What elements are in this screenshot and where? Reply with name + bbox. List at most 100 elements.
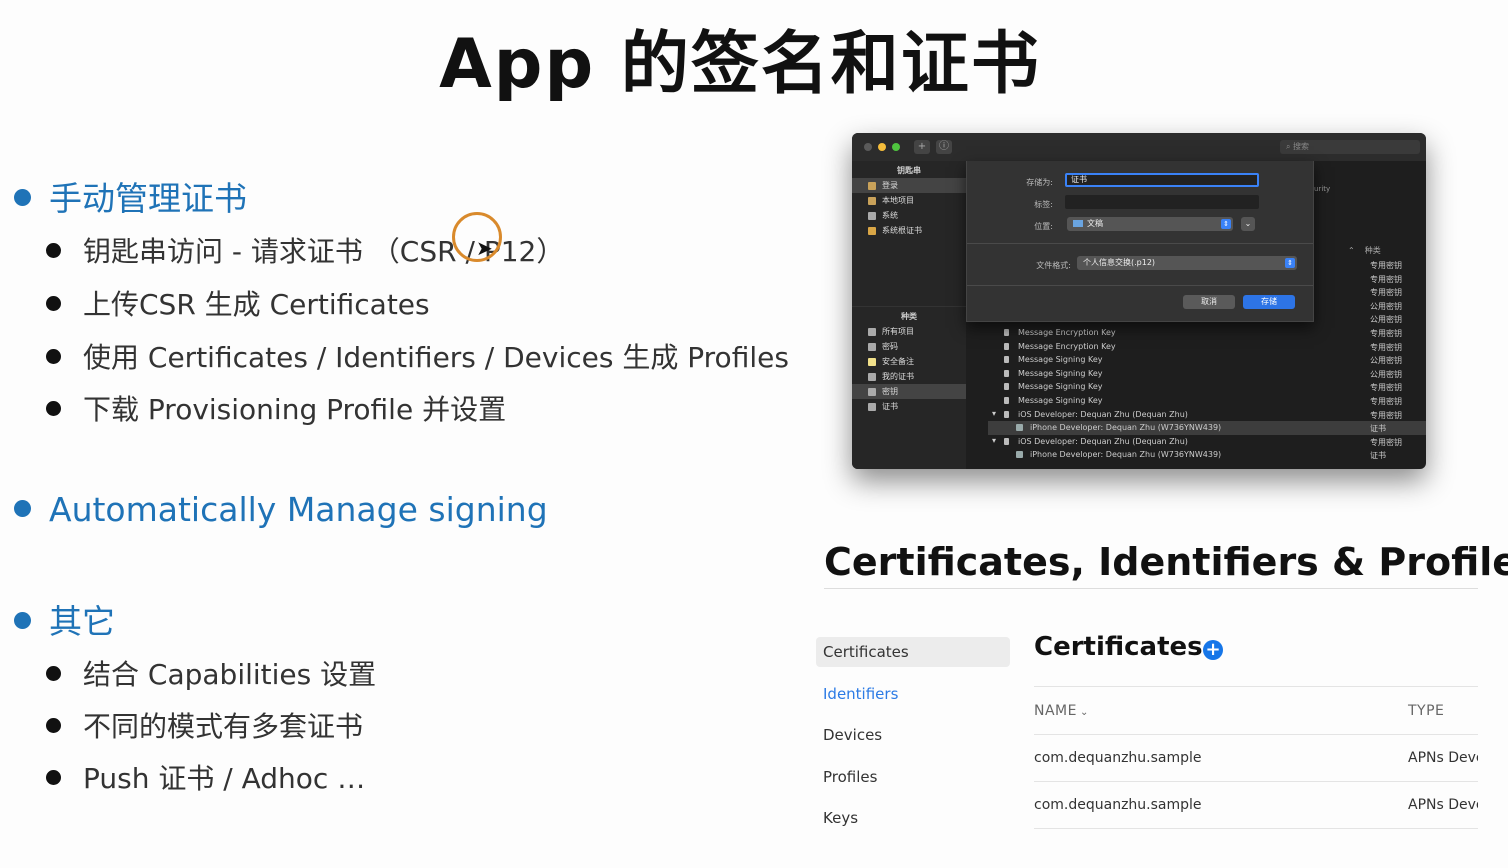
expand-button[interactable]: ⌄ [1241,217,1255,231]
key-icon [1004,437,1009,445]
item-type: 公用密钥 [1370,356,1402,366]
export-dialog: 存储为: 证书 标签: 位置: 文稿 ⇕ ⌄ 文件格式: 个人信息交换(.p12… [966,161,1314,322]
nav-item-certificates[interactable]: Certificates [823,643,909,661]
certificate-name[interactable]: com.dequanzhu.sample [1034,750,1202,766]
type-column-header: TYPE [1408,703,1445,719]
item-type: 证书 [1370,451,1386,461]
item-name: iOS Developer: Dequan Zhu (Dequan Zhu) [1018,409,1188,419]
cursor-arrow-icon: ➤ [476,236,493,260]
key-icon [1004,383,1009,391]
bullet-other: 其它 [14,595,115,643]
key-icon [1004,356,1009,364]
bullet-text: 下载 Provisioning Profile 并设置 [83,393,507,426]
chevron-down-icon: ⌄ [1079,707,1089,718]
sidebar-item-keys[interactable]: 密钥 [852,384,966,399]
save-button[interactable]: 存储 [1243,295,1295,309]
zoom-icon[interactable] [892,143,900,151]
item-name: Message Signing Key [1018,395,1103,405]
search-input[interactable]: ⌕ 搜索 [1280,140,1420,154]
sidebar-label: 密钥 [882,387,898,396]
list-item[interactable]: iPhone Developer: Dequan Zhu (W736YNW439… [988,421,1426,435]
bullet-text: 使用 Certificates / Identifiers / Devices … [83,341,789,374]
nav-item-keys[interactable]: Keys [823,809,858,827]
where-value: 文稿 [1087,219,1103,228]
sort-up-icon: ⌃ [1348,246,1355,255]
column-label: NAME [1034,703,1077,719]
bullet-dot-icon [46,769,61,785]
item-type: 专用密钥 [1370,437,1402,447]
certificate-name[interactable]: com.dequanzhu.sample [1034,797,1202,813]
list-item[interactable]: Message Signing Key 公用密钥 [988,367,1426,381]
item-name: iPhone Developer: Dequan Zhu (W736YNW439… [1030,450,1222,460]
key-icon [1004,396,1009,404]
tags-label: 标签: [1034,200,1053,209]
search-icon: ⌕ [1286,142,1291,151]
item-name: Message Encryption Key [1018,327,1116,337]
item-type: 专用密钥 [1370,342,1402,352]
sidebar-item-certs[interactable]: 证书 [852,399,966,414]
window-titlebar: + ⓘ ⌕ 搜索 [852,133,1426,161]
item-type: 专用密钥 [1370,410,1402,420]
lock-icon [868,181,876,190]
nav-item-identifiers[interactable]: Identifiers [823,685,898,703]
tags-input[interactable] [1065,195,1259,209]
where-select[interactable]: 文稿 ⇕ [1067,217,1233,231]
info-icon[interactable]: ⓘ [936,140,952,154]
bullet-text: 不同的模式有多套证书 [83,710,364,743]
add-certificate-button[interactable]: + [1203,640,1223,660]
nav-item-devices[interactable]: Devices [823,726,882,744]
save-as-input[interactable]: 证书 [1065,173,1259,187]
list-item[interactable]: ▾ iOS Developer: Dequan Zhu (Dequan Zhu) 专… [988,408,1426,422]
where-label: 位置: [1034,222,1053,231]
name-column-header[interactable]: NAME ⌄ [1034,703,1089,719]
certificate-type: APNs Development [1408,797,1478,813]
chevron-updown-icon: ⇕ [1221,219,1231,229]
item-name: Message Signing Key [1018,355,1103,365]
format-select[interactable]: 个人信息交换(.p12) ⇕ [1077,256,1297,270]
divider [1034,781,1478,782]
lock-icon [868,196,876,205]
certificate-icon [1016,424,1023,432]
sidebar-item-system-roots[interactable]: 系统根证书 [852,223,966,238]
sidebar-item-all[interactable]: 所有项目 [852,324,966,339]
sidebar-label: 本地项目 [882,196,914,205]
add-icon[interactable]: + [914,140,930,154]
list-item[interactable]: Message Signing Key 公用密钥 [988,353,1426,367]
sidebar-item-local[interactable]: 本地项目 [852,193,966,208]
item-name: Message Encryption Key [1018,341,1116,351]
key-icon [1004,328,1009,336]
item-type: 专用密钥 [1370,383,1402,393]
sidebar-label: 密码 [882,342,898,351]
list-item[interactable]: Message Encryption Key 专用密钥 [988,326,1426,340]
item-type: 专用密钥 [1370,261,1402,270]
bullet-item: Push 证书 / Adhoc … [46,757,365,797]
sidebar-label: 登录 [882,181,898,190]
nav-item-profiles[interactable]: Profiles [823,768,877,786]
type-header-label: 种类 [1364,246,1381,255]
save-as-label: 存储为: [1026,178,1053,187]
item-name: iOS Developer: Dequan Zhu (Dequan Zhu) [1018,436,1188,446]
list-item[interactable]: ▾ iOS Developer: Dequan Zhu (Dequan Zhu) 专… [988,435,1426,449]
bullet-heading: 手动管理证书 [49,179,247,218]
sidebar-item-passwords[interactable]: 密码 [852,339,966,354]
close-icon[interactable] [864,143,872,151]
sidebar-item-system[interactable]: 系统 [852,208,966,223]
certificate-type: APNs Development [1408,750,1478,766]
bullet-manual-certs: 手动管理证书 [14,172,247,220]
note-icon [868,357,876,366]
list-item[interactable]: Message Signing Key 专用密钥 [988,380,1426,394]
list-item[interactable]: iPhone Developer: Dequan Zhu (W736YNW439… [988,448,1426,462]
list-item[interactable]: Message Signing Key 专用密钥 [988,394,1426,408]
sidebar-item-my-certs[interactable]: 我的证书 [852,369,966,384]
list-item[interactable]: Message Encryption Key 专用密钥 [988,340,1426,354]
item-name: iPhone Developer: Dequan Zhu (W736YNW439… [1030,423,1222,433]
bullet-dot-icon [14,189,31,206]
bullet-dot-icon [14,500,31,517]
minimize-icon[interactable] [878,143,886,151]
sidebar-item-login[interactable]: 登录 [852,178,966,193]
bullet-heading: Automatically Manage signing [49,490,548,529]
sidebar-item-secure-notes[interactable]: 安全备注 [852,354,966,369]
chevron-updown-icon: ⇕ [1285,258,1295,268]
key-icon [1004,410,1009,418]
cancel-button[interactable]: 取消 [1183,295,1235,309]
